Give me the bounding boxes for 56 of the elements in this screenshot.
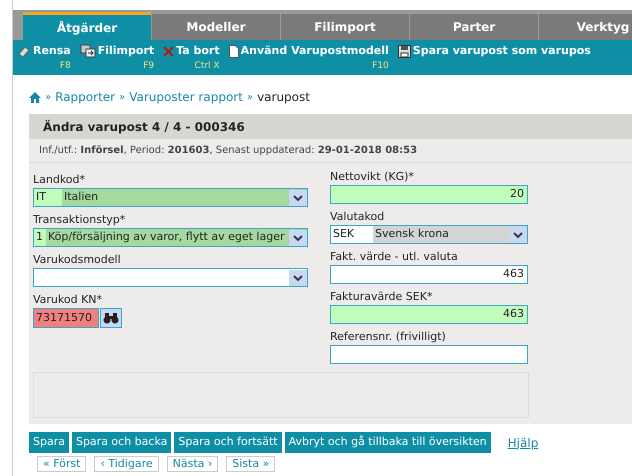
- input-field[interactable]: [330, 345, 528, 364]
- field-label: Nettovikt (KG)*: [330, 170, 415, 184]
- panel-title: Ändra varupost 4 / 4 - 000346: [43, 118, 245, 136]
- dropdown[interactable]: SEK Svensk krona: [330, 225, 528, 244]
- home-icon[interactable]: [29, 92, 41, 102]
- caret-icon[interactable]: [289, 270, 307, 286]
- field-label: Fakt. värde - utl. valuta: [330, 250, 459, 264]
- caret-icon[interactable]: [289, 190, 307, 206]
- input-field[interactable]: 20: [330, 185, 528, 204]
- toolbar-button[interactable]: Använd Varupostmodell F10: [228, 43, 389, 73]
- pager-button[interactable]: ‹ Tidigare: [94, 456, 159, 472]
- import-icon: [80, 44, 96, 58]
- tab[interactable]: Åtgärder: [23, 12, 151, 40]
- caret-icon[interactable]: [289, 230, 307, 246]
- breadcrumb-separator: »: [246, 90, 254, 104]
- field-label: Fakturavärde SEK*: [330, 290, 434, 304]
- field-label: Transaktionstyp*: [33, 213, 126, 227]
- tab[interactable]: Modeller: [152, 14, 280, 40]
- action-button[interactable]: Spara: [29, 432, 69, 453]
- input-field[interactable]: 73171570: [33, 308, 99, 328]
- toolbar-button[interactable]: Spara varupost som varupos: [398, 43, 591, 60]
- breadcrumb-link[interactable]: Rapporter: [55, 88, 116, 106]
- breadcrumb-current: varupost: [257, 89, 310, 106]
- field-label: Valutakod: [330, 210, 386, 224]
- breadcrumb-link[interactable]: Varuposter rapport: [129, 88, 243, 106]
- tab[interactable]: Filimport: [281, 14, 409, 40]
- toolbar-button[interactable]: Filimport F9: [80, 43, 154, 73]
- pager-button[interactable]: « Först: [37, 456, 86, 472]
- breadcrumb-separator: »: [45, 90, 52, 104]
- tab[interactable]: Parter: [410, 14, 538, 40]
- dropdown[interactable]: 1 Köp/försäljning av varor, flytt av eget lager: [33, 228, 308, 247]
- field-label: Varukod KN*: [33, 293, 104, 307]
- record-info: Inf./utf.: Införsel, Period: 201603, Senast uppdaterad: 29-01-2018 08:53: [29, 139, 632, 163]
- page-icon: [228, 44, 239, 58]
- field-label: Landkod*: [33, 173, 86, 187]
- action-button[interactable]: Spara och backa: [72, 432, 172, 453]
- search-button[interactable]: [100, 308, 122, 328]
- floppy-icon: [398, 44, 411, 58]
- action-button[interactable]: Avbryt och gå tillbaka till översikten: [284, 432, 491, 453]
- binoculars-icon: [103, 312, 119, 324]
- breadcrumb-separator: »: [119, 90, 126, 104]
- pager-button[interactable]: Nästa ›: [166, 456, 218, 472]
- input-field[interactable]: 463: [330, 265, 528, 284]
- toolbar-button[interactable]: Rensa F8: [17, 43, 71, 73]
- field-label: Varukodsmodell: [33, 253, 122, 267]
- toolbar-button[interactable]: Ta bort Ctrl X: [163, 43, 220, 73]
- caret-icon[interactable]: [509, 226, 527, 242]
- close-icon: [163, 46, 174, 57]
- pager-button[interactable]: Sista »: [226, 456, 276, 472]
- tab[interactable]: Verktyg: [539, 14, 632, 40]
- action-button[interactable]: Spara och fortsätt: [174, 432, 282, 453]
- field-label: Referensnr. (frivilligt): [330, 330, 447, 344]
- input-field[interactable]: 463: [330, 305, 528, 324]
- dropdown[interactable]: IT Italien: [33, 188, 308, 207]
- eraser-icon: [17, 44, 31, 58]
- help-link[interactable]: Hjälp: [508, 434, 538, 452]
